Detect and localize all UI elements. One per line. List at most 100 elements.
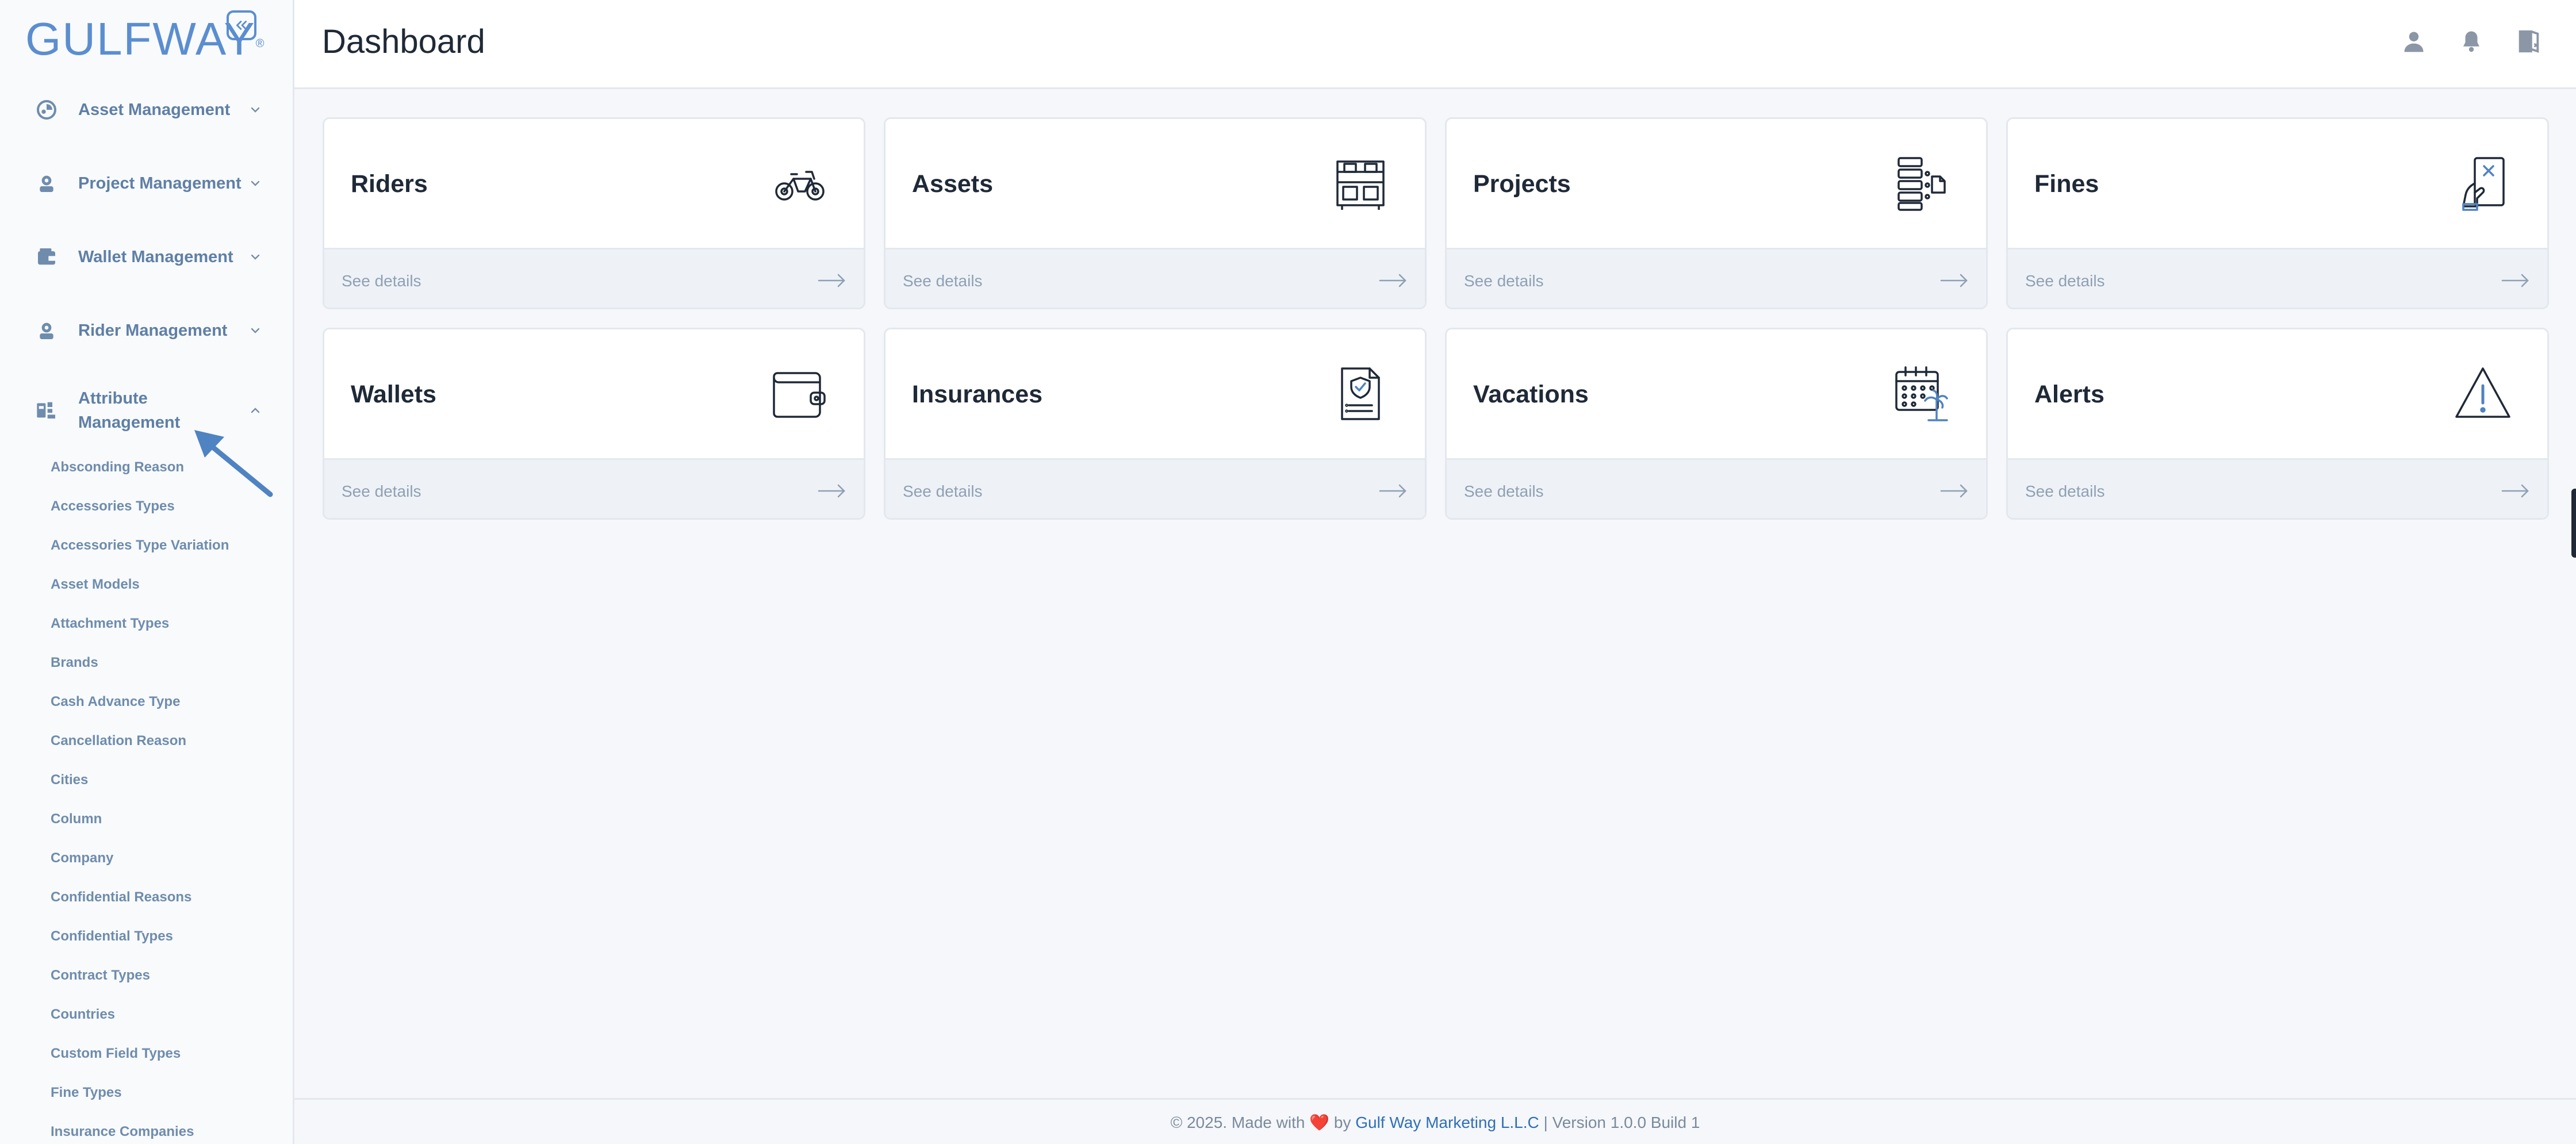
card-body: Wallets — [324, 329, 864, 458]
user-icon[interactable] — [2399, 26, 2429, 56]
card-body: Projects — [1447, 119, 1986, 248]
card-riders: Riders See details — [323, 117, 865, 309]
checklist-icon — [1897, 157, 1946, 211]
page-title: Dashboard — [322, 23, 485, 60]
sidebar-item-label: Wallet Management — [78, 248, 233, 266]
sidebar-item-label-line2: Management — [78, 413, 181, 432]
side-drawer-handle[interactable] — [2571, 489, 2576, 558]
card-body: Assets — [885, 119, 1425, 248]
see-details-link[interactable]: See details — [1447, 248, 1986, 308]
see-details-label: See details — [2025, 272, 2105, 290]
fine-card-icon — [2462, 157, 2505, 211]
logout-icon[interactable] — [2514, 26, 2544, 56]
logo-text: GULFWAY — [25, 13, 256, 64]
submenu-item[interactable]: Attachment Types — [51, 615, 169, 632]
warning-icon — [2455, 367, 2510, 418]
card-vacations: Vacations See details — [1445, 328, 1988, 520]
see-details-label: See details — [1464, 482, 1544, 500]
card-title: Wallets — [351, 381, 436, 408]
sidebar-item-project-management[interactable]: Project Management — [0, 171, 293, 195]
sidebar-item-label: Rider Management — [78, 321, 228, 340]
sidebar-item-rider-management[interactable]: Rider Management — [0, 317, 293, 344]
card-body: Riders — [324, 119, 864, 248]
submenu-item[interactable]: Cancellation Reason — [51, 732, 186, 750]
see-details-label: See details — [342, 272, 421, 290]
shelf-icon — [1336, 160, 1385, 210]
arrow-right-icon — [2501, 274, 2529, 287]
submenu-item[interactable]: Absconding Reason — [51, 459, 184, 476]
submenu-item[interactable]: Asset Models — [51, 576, 140, 593]
rider-icon — [33, 317, 60, 344]
heart-icon: ❤️ — [1309, 1114, 1330, 1131]
see-details-link[interactable]: See details — [2008, 458, 2547, 518]
card-title: Alerts — [2034, 381, 2104, 408]
see-details-link[interactable]: See details — [885, 248, 1425, 308]
submenu-item[interactable]: Confidential Reasons — [51, 889, 191, 906]
submenu-item[interactable]: Contract Types — [51, 967, 150, 984]
chevron-down-icon — [247, 102, 263, 118]
sidebar-item-wallet-management[interactable]: Wallet Management — [0, 244, 293, 270]
chevron-down-icon — [247, 323, 263, 339]
card-wallets: Wallets See details — [323, 328, 865, 520]
submenu-item[interactable]: Countries — [51, 1006, 115, 1023]
submenu-item[interactable]: Insurance Companies — [51, 1123, 194, 1141]
see-details-link[interactable]: See details — [1447, 458, 1986, 518]
asset-icon — [33, 97, 60, 123]
sidebar-item-label: Asset Management — [78, 101, 231, 119]
wallet-icon — [773, 372, 826, 418]
footer: © 2025. Made with ❤️ by Gulf Way Marketi… — [294, 1098, 2576, 1144]
submenu-item[interactable]: Accessories Type Variation — [51, 537, 229, 554]
submenu-item[interactable]: Custom Field Types — [51, 1045, 181, 1062]
card-title: Vacations — [1473, 381, 1589, 408]
double-chevron-left-icon — [236, 21, 247, 30]
sidebar-item-asset-management[interactable]: Asset Management — [0, 97, 293, 123]
footer-by: by — [1333, 1114, 1351, 1131]
collapse-sidebar-button[interactable] — [227, 10, 256, 40]
bell-icon[interactable] — [2456, 26, 2486, 56]
attribute-icon — [33, 397, 60, 423]
card-body: Insurances — [885, 329, 1425, 458]
submenu-item[interactable]: Accessories Types — [51, 498, 175, 515]
arrow-right-icon — [1940, 274, 1968, 287]
arrow-right-icon — [1379, 274, 1406, 287]
see-details-link[interactable]: See details — [2008, 248, 2547, 308]
arrow-right-icon — [818, 484, 845, 498]
submenu-item[interactable]: Brands — [51, 654, 98, 671]
arrow-right-icon — [818, 274, 845, 287]
card-alerts: Alerts See details — [2006, 328, 2549, 520]
see-details-label: See details — [2025, 482, 2105, 500]
submenu-item[interactable]: Cities — [51, 771, 88, 789]
arrow-right-icon — [1940, 484, 1968, 498]
see-details-link[interactable]: See details — [324, 248, 864, 308]
sidebar-item-label: Project Management — [78, 174, 241, 193]
annotation-arrow-icon — [194, 430, 273, 497]
submenu-item[interactable]: Confidential Types — [51, 928, 173, 945]
card-title: Riders — [351, 170, 428, 198]
calendar-palm-icon — [1895, 366, 1948, 421]
card-title: Insurances — [912, 381, 1043, 408]
card-assets: Assets See details — [884, 117, 1427, 309]
top-header: Dashboard — [294, 0, 2576, 89]
see-details-link[interactable]: See details — [885, 458, 1425, 518]
submenu-item[interactable]: Column — [51, 811, 102, 828]
card-body: Vacations — [1447, 329, 1986, 458]
wallet-icon — [33, 244, 60, 270]
submenu-item[interactable]: Company — [51, 850, 113, 867]
chevron-up-icon — [247, 402, 263, 419]
sidebar-item-label-line1: Attribute — [78, 389, 148, 408]
card-insurances: Insurances See details — [884, 328, 1427, 520]
see-details-label: See details — [1464, 272, 1544, 290]
card-title: Fines — [2034, 170, 2099, 198]
submenu-item[interactable]: Fine Types — [51, 1084, 122, 1101]
see-details-label: See details — [903, 272, 983, 290]
see-details-label: See details — [342, 482, 421, 500]
submenu-item[interactable]: Cash Advance Type — [51, 693, 180, 711]
see-details-label: See details — [903, 482, 983, 500]
company-link[interactable]: Gulf Way Marketing L.L.C — [1355, 1114, 1539, 1131]
card-title: Projects — [1473, 170, 1571, 198]
card-projects: Projects See details — [1445, 117, 1988, 309]
insurance-document-icon — [1341, 367, 1380, 420]
bicycle-icon — [775, 171, 825, 201]
see-details-link[interactable]: See details — [324, 458, 864, 518]
footer-version: | Version 1.0.0 Build 1 — [1543, 1114, 1700, 1131]
